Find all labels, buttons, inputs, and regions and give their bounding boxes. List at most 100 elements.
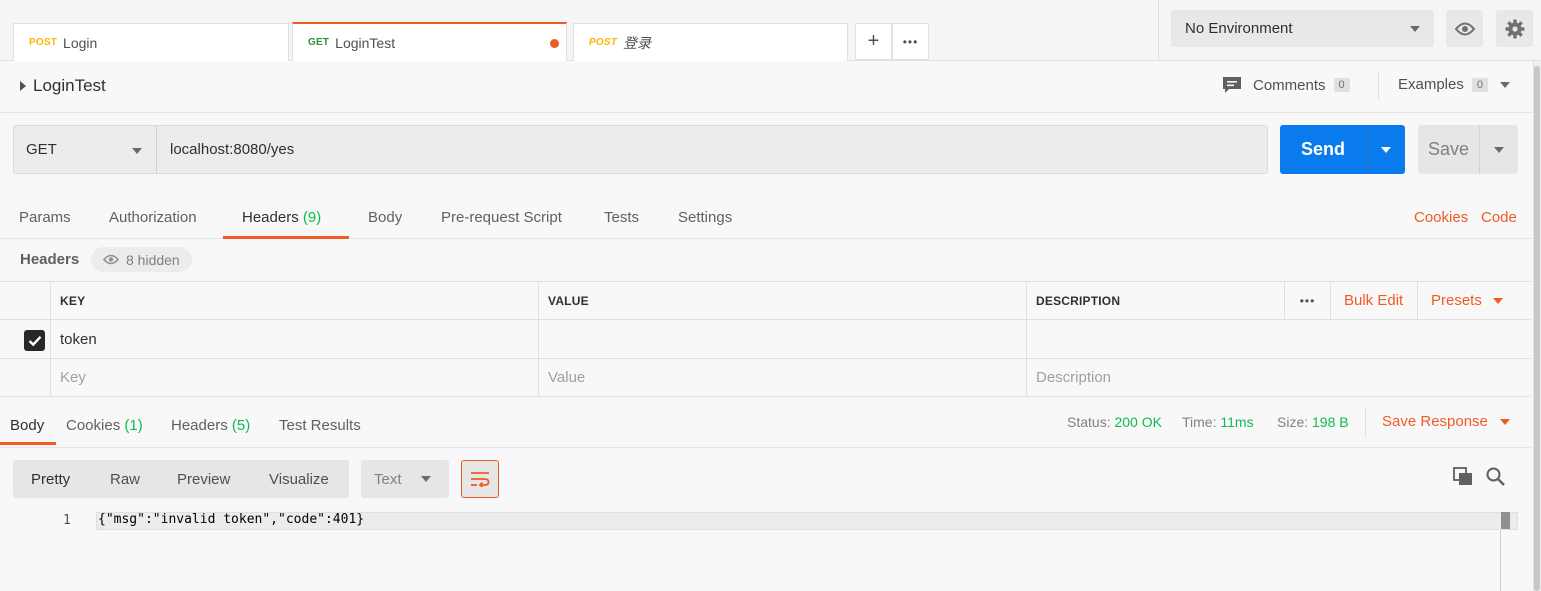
view-raw-button[interactable]: Raw (110, 471, 140, 488)
save-response-label: Save Response (1382, 413, 1488, 430)
tab-label: Login (63, 34, 98, 51)
chevron-right-icon (20, 81, 26, 91)
new-description-input[interactable]: Description (1026, 359, 1531, 396)
active-tab-indicator (0, 442, 56, 445)
send-label: Send (1300, 139, 1345, 159)
response-body-text: {"msg":"invalid token","code":401} (98, 512, 365, 527)
method-tag: GET (308, 37, 330, 48)
chevron-down-icon (1499, 418, 1510, 425)
response-tab-test-results[interactable]: Test Results (279, 417, 361, 434)
examples-button[interactable]: Examples 0 (1398, 76, 1510, 93)
new-value-input[interactable]: Value (538, 359, 1026, 396)
tab-headers-label: Headers (242, 209, 299, 226)
chevron-down-icon (1492, 297, 1503, 304)
header-value-cell[interactable] (538, 320, 1026, 358)
tab-body[interactable]: Body (368, 209, 402, 226)
request-tab-login[interactable]: POST Login (13, 23, 289, 61)
method-tag: POST (29, 37, 58, 48)
table-header-row: KEY VALUE DESCRIPTION ••• Bulk Edit Pres… (0, 282, 1531, 320)
save-button[interactable]: Save (1418, 125, 1479, 174)
new-tab-button[interactable]: + (855, 23, 892, 60)
save-response-button[interactable]: Save Response (1382, 413, 1510, 430)
chevron-down-icon (421, 476, 431, 482)
environment-quick-look-button[interactable] (1446, 10, 1483, 47)
new-key-input[interactable]: Key (50, 359, 538, 396)
save-label: Save (1427, 139, 1470, 159)
cookies-link[interactable]: Cookies (1414, 209, 1468, 226)
more-icon: ••• (902, 34, 919, 49)
search-button[interactable] (1486, 467, 1505, 489)
request-name-label: LoginTest (33, 76, 106, 95)
response-time[interactable]: Time: 11ms (1182, 414, 1254, 430)
table-row: token (0, 320, 1531, 359)
header-enabled-checkbox[interactable] (24, 330, 45, 351)
eye-icon (103, 254, 119, 265)
tab-params[interactable]: Params (19, 209, 71, 226)
tab-headers-count: (9) (302, 209, 322, 226)
more-icon: ••• (1299, 293, 1316, 308)
comments-label: Comments (1253, 76, 1326, 94)
eye-icon (1454, 22, 1475, 35)
tab-tests[interactable]: Tests (604, 209, 639, 226)
active-tab-indicator (223, 236, 349, 239)
view-preview-button[interactable]: Preview (177, 471, 230, 488)
size-label: Size: (1277, 414, 1309, 430)
response-tab-cookies[interactable]: Cookies (1) (66, 417, 143, 434)
examples-label: Examples (1398, 76, 1464, 93)
response-size[interactable]: Size: 198 B (1277, 414, 1349, 430)
bulk-edit-button[interactable]: Bulk Edit (1330, 282, 1417, 319)
environment-select[interactable]: No Environment (1171, 10, 1434, 47)
response-tab-body[interactable]: Body (10, 417, 44, 434)
tab-authorization[interactable]: Authorization (109, 209, 197, 226)
send-button[interactable]: Send (1280, 125, 1366, 174)
response-tab-headers-label: Headers (171, 417, 228, 434)
checkmark-icon (28, 335, 41, 346)
format-select[interactable]: Text (361, 460, 449, 498)
request-tab-login-cn[interactable]: POST 登录 (573, 23, 848, 61)
size-value: 198 B (1312, 414, 1349, 430)
url-input[interactable]: localhost:8080/yes (156, 125, 1268, 174)
time-value: 11ms (1220, 414, 1254, 430)
chevron-down-icon (1499, 81, 1510, 88)
url-value: localhost:8080/yes (170, 141, 295, 158)
header-key-cell[interactable]: token (50, 320, 538, 358)
comments-button[interactable]: Comments 0 (1222, 76, 1350, 94)
headers-section-title: Headers (20, 251, 80, 268)
manage-environments-button[interactable] (1496, 10, 1533, 47)
copy-button[interactable] (1453, 467, 1473, 489)
page-scrollbar-thumb[interactable] (1534, 66, 1540, 591)
column-header-description: DESCRIPTION (1026, 282, 1284, 319)
save-options-button[interactable] (1479, 125, 1518, 174)
copy-icon (1453, 467, 1472, 485)
header-description-cell[interactable] (1026, 320, 1531, 358)
method-select[interactable]: GET (13, 125, 157, 174)
code-link[interactable]: Code (1481, 209, 1517, 226)
view-visualize-button[interactable]: Visualize (269, 471, 329, 488)
body-view-group: Pretty Raw Preview Visualize (13, 460, 349, 498)
wrap-lines-button[interactable] (461, 460, 499, 498)
response-tab-cookies-label: Cookies (66, 417, 121, 434)
chevron-down-icon (1410, 26, 1420, 32)
time-label: Time: (1182, 414, 1217, 430)
view-pretty-button[interactable]: Pretty (31, 471, 70, 488)
tab-settings[interactable]: Settings (678, 209, 732, 226)
unsaved-dot-icon (550, 39, 559, 48)
tab-options-button[interactable]: ••• (892, 23, 929, 60)
horizontal-scrollbar[interactable] (1501, 512, 1510, 529)
response-tab-headers[interactable]: Headers (5) (171, 417, 250, 434)
request-name[interactable]: LoginTest (20, 76, 106, 96)
gear-icon (1505, 19, 1524, 38)
response-body-editor[interactable]: 1 {"msg":"invalid token","code":401} (0, 510, 1531, 591)
status-label: Status: (1067, 414, 1111, 430)
comment-icon (1223, 77, 1241, 93)
table-options-button[interactable]: ••• (1284, 282, 1330, 319)
status-value: 200 OK (1114, 414, 1162, 430)
hidden-headers-toggle[interactable]: 8 hidden (91, 247, 192, 272)
tab-pre-request-script[interactable]: Pre-request Script (441, 209, 562, 226)
tab-headers[interactable]: Headers (9) (242, 209, 321, 226)
presets-button[interactable]: Presets (1417, 282, 1531, 319)
send-options-button[interactable] (1366, 125, 1405, 174)
chevron-down-icon (132, 148, 142, 154)
response-status[interactable]: Status: 200 OK (1067, 414, 1162, 430)
request-tab-logintest[interactable]: GET LoginTest (292, 22, 567, 61)
